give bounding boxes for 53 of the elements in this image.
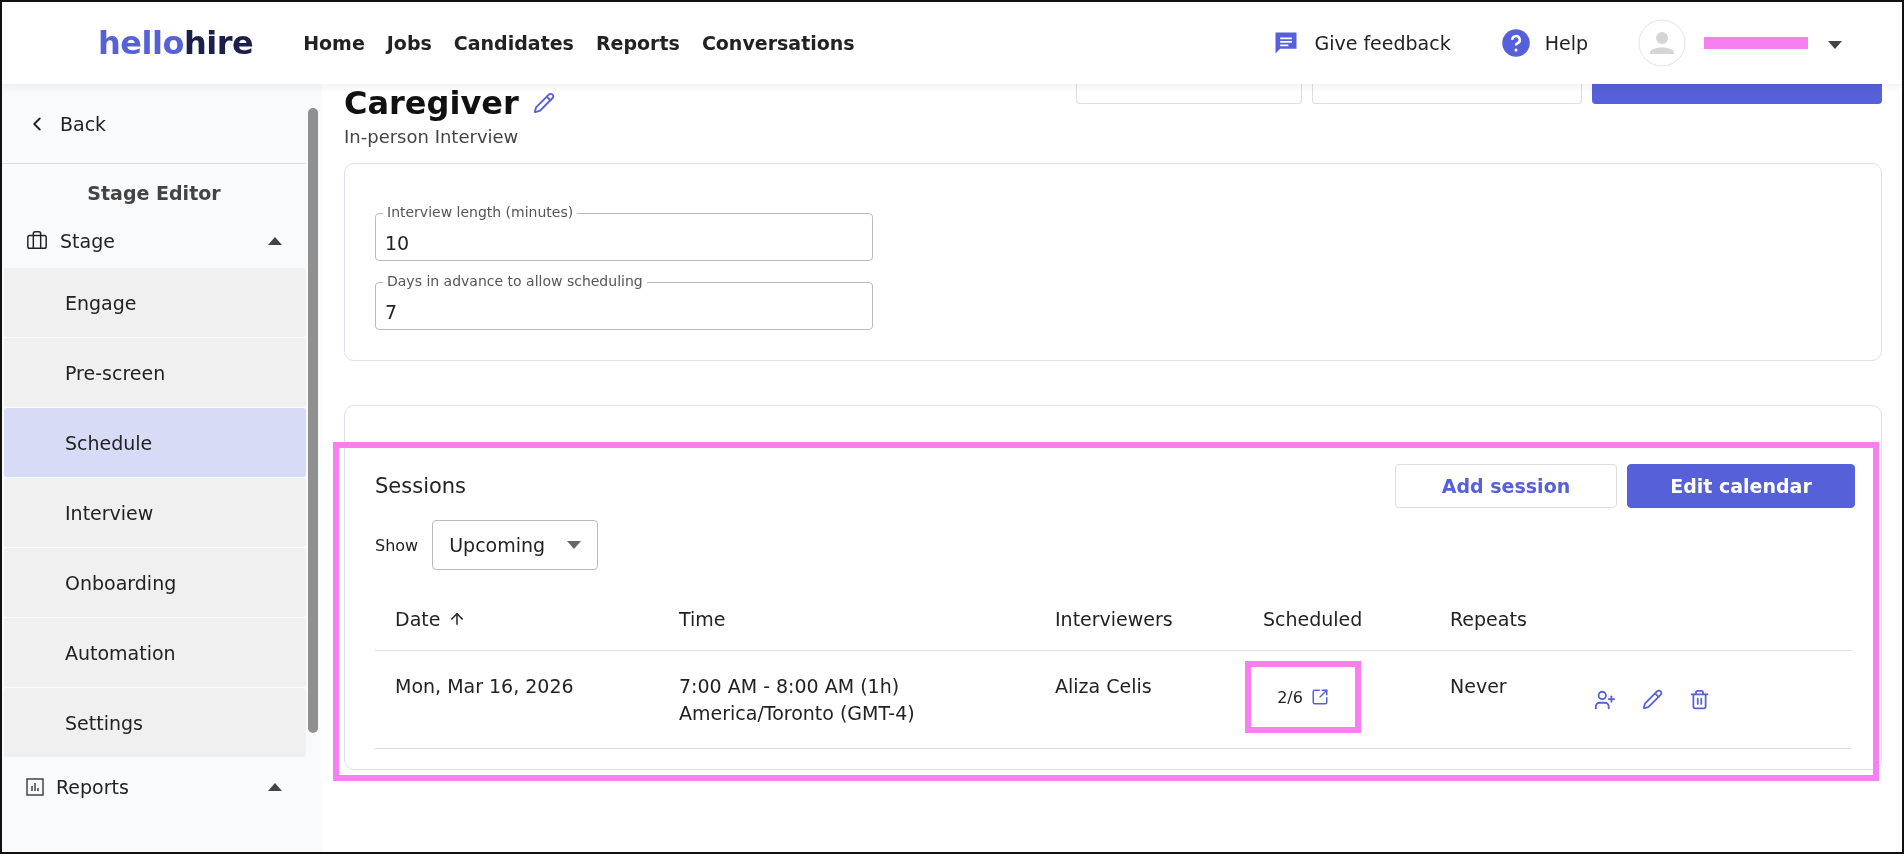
sidebar-title: Stage Editor: [86, 181, 222, 206]
add-session-button[interactable]: Add session: [1395, 464, 1617, 508]
bar-chart-icon: [26, 778, 44, 796]
logo[interactable]: hellohire: [98, 24, 254, 62]
edit-calendar-button[interactable]: Edit calendar: [1627, 464, 1855, 508]
table-cell-text: America/Toronto (GMT-4): [679, 700, 916, 726]
sidebar-item[interactable]: Interview: [4, 478, 306, 547]
field-label: Days in advance to allow scheduling: [383, 273, 647, 290]
sidebar-section[interactable]: Stage: [2, 214, 306, 268]
column-header[interactable]: Scheduled: [1263, 608, 1363, 630]
text-field[interactable]: Interview length (minutes) 10: [375, 204, 873, 261]
briefcase-icon: [26, 230, 48, 252]
page-title: Caregiver: [344, 84, 519, 122]
help-link[interactable]: Help: [1500, 28, 1588, 58]
show-dropdown[interactable]: Upcoming: [432, 520, 599, 570]
table-cell-text: Never: [1449, 674, 1508, 699]
table-cell-text: Mon, Mar 16, 2026: [394, 674, 575, 699]
sidebar-item[interactable]: Schedule: [4, 408, 306, 477]
column-header[interactable]: Time: [679, 608, 726, 630]
pencil-icon[interactable]: [532, 92, 555, 114]
sidebar-item[interactable]: Engage: [4, 268, 306, 337]
sidebar-item[interactable]: Settings: [4, 688, 306, 757]
table-cell-text: Aliza Celis: [1054, 674, 1153, 699]
sidebar-item[interactable]: Automation: [4, 618, 306, 687]
sidebar-section[interactable]: Reports: [2, 760, 306, 814]
sidebar-item[interactable]: Onboarding: [4, 548, 306, 617]
field-label: Interview length (minutes): [383, 204, 578, 221]
caret-icon: [1828, 40, 1842, 49]
page-subtitle: In-person Interview: [344, 126, 520, 147]
feedback-link[interactable]: Give feedback: [1272, 29, 1451, 57]
nav-link[interactable]: Jobs: [386, 32, 432, 54]
table-cell-text: 7:00 AM - 8:00 AM (1h): [679, 674, 901, 699]
field-value[interactable]: 10: [385, 232, 863, 254]
column-header[interactable]: Interviewers: [1055, 608, 1173, 630]
sidebar-item[interactable]: Pre-screen: [4, 338, 306, 407]
scrollbar[interactable]: [308, 108, 318, 733]
nav-link[interactable]: Home: [303, 32, 365, 54]
column-header[interactable]: Repeats: [1450, 608, 1527, 630]
nav-link[interactable]: Reports: [595, 32, 680, 54]
caret-icon: [268, 237, 282, 245]
nav-link[interactable]: Candidates: [453, 32, 574, 54]
scheduled-link[interactable]: 2/6: [1245, 661, 1361, 733]
column-header[interactable]: Date: [395, 608, 441, 630]
nav-link[interactable]: Conversations: [701, 32, 855, 54]
caret-icon: [268, 783, 282, 791]
show-label: Show: [375, 535, 419, 555]
caret-icon: [567, 541, 582, 549]
external-link-icon: [1310, 688, 1329, 706]
text-field[interactable]: Days in advance to allow scheduling 7: [375, 273, 873, 330]
help-icon: [1500, 28, 1531, 58]
section-title: Sessions: [375, 474, 467, 498]
back-link[interactable]: Back: [2, 84, 306, 164]
field-value[interactable]: 7: [385, 301, 863, 323]
